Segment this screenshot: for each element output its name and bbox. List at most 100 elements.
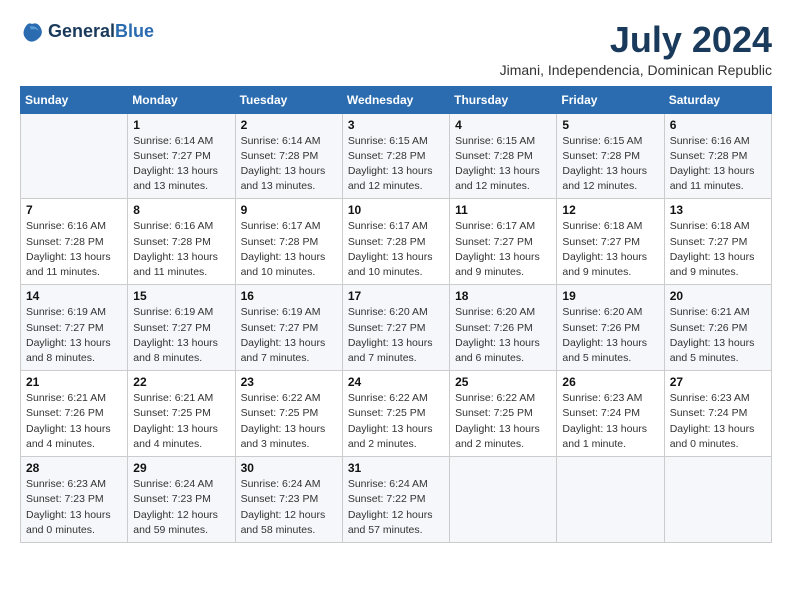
calendar-cell: 5 Sunrise: 6:15 AMSunset: 7:28 PMDaylight… (557, 113, 664, 199)
day-info: Sunrise: 6:22 AMSunset: 7:25 PMDaylight:… (241, 391, 337, 452)
calendar-cell: 19Sunrise: 6:20 AMSunset: 7:26 PMDayligh… (557, 285, 664, 371)
day-number: 15 (133, 289, 229, 303)
location: Jimani, Independencia, Dominican Republi… (500, 62, 772, 78)
day-info: Sunrise: 6:21 AMSunset: 7:25 PMDaylight:… (133, 391, 229, 452)
day-number: 24 (348, 375, 444, 389)
day-info: Sunrise: 6:17 AMSunset: 7:28 PMDaylight:… (241, 219, 337, 280)
day-info: Sunrise: 6:22 AMSunset: 7:25 PMDaylight:… (455, 391, 551, 452)
calendar-cell: 28Sunrise: 6:23 AMSunset: 7:23 PMDayligh… (21, 457, 128, 543)
calendar-cell: 11Sunrise: 6:17 AMSunset: 7:27 PMDayligh… (450, 199, 557, 285)
calendar-cell: 31 Sunrise: 6:24 AMSunset: 7:22 PMDayligh… (342, 457, 449, 543)
calendar-cell: 27 Sunrise: 6:23 AMSunset: 7:24 PMDayligh… (664, 371, 771, 457)
day-number: 2 (241, 118, 337, 132)
weekday-header-thursday: Thursday (450, 86, 557, 113)
weekday-header-tuesday: Tuesday (235, 86, 342, 113)
calendar-cell (21, 113, 128, 199)
page-header: GeneralBlue July 2024 Jimani, Independen… (20, 20, 772, 78)
weekday-header-saturday: Saturday (664, 86, 771, 113)
day-number: 23 (241, 375, 337, 389)
calendar-cell: 21 Sunrise: 6:21 AMSunset: 7:26 PMDayligh… (21, 371, 128, 457)
calendar-cell: 29 Sunrise: 6:24 AMSunset: 7:23 PMDayligh… (128, 457, 235, 543)
day-number: 16 (241, 289, 337, 303)
day-number: 1 (133, 118, 229, 132)
day-info: Sunrise: 6:24 AMSunset: 7:23 PMDaylight:… (241, 477, 337, 538)
weekday-header-sunday: Sunday (21, 86, 128, 113)
calendar-cell: 13 Sunrise: 6:18 AMSunset: 7:27 PMDayligh… (664, 199, 771, 285)
day-number: 27 (670, 375, 766, 389)
day-number: 3 (348, 118, 444, 132)
calendar-cell (557, 457, 664, 543)
day-number: 29 (133, 461, 229, 475)
day-info: Sunrise: 6:14 AMSunset: 7:28 PMDaylight:… (241, 134, 337, 195)
logo-text: GeneralBlue (48, 22, 154, 42)
day-number: 10 (348, 203, 444, 217)
calendar-cell: 15Sunrise: 6:19 AMSunset: 7:27 PMDayligh… (128, 285, 235, 371)
day-info: Sunrise: 6:23 AMSunset: 7:24 PMDaylight:… (562, 391, 658, 452)
day-info: Sunrise: 6:16 AMSunset: 7:28 PMDaylight:… (670, 134, 766, 195)
day-info: Sunrise: 6:14 AMSunset: 7:27 PMDaylight:… (133, 134, 229, 195)
logo: GeneralBlue (20, 20, 154, 44)
calendar-cell (664, 457, 771, 543)
day-info: Sunrise: 6:16 AMSunset: 7:28 PMDaylight:… (133, 219, 229, 280)
month-year: July 2024 (500, 20, 772, 60)
calendar-cell: 9 Sunrise: 6:17 AMSunset: 7:28 PMDaylight… (235, 199, 342, 285)
day-number: 5 (562, 118, 658, 132)
calendar-cell: 12 Sunrise: 6:18 AMSunset: 7:27 PMDayligh… (557, 199, 664, 285)
logo-icon (20, 20, 44, 44)
day-info: Sunrise: 6:21 AMSunset: 7:26 PMDaylight:… (26, 391, 122, 452)
day-number: 31 (348, 461, 444, 475)
title-block: July 2024 Jimani, Independencia, Dominic… (500, 20, 772, 78)
day-info: Sunrise: 6:17 AMSunset: 7:27 PMDaylight:… (455, 219, 551, 280)
calendar-cell (450, 457, 557, 543)
calendar-week-5: 28Sunrise: 6:23 AMSunset: 7:23 PMDayligh… (21, 457, 772, 543)
calendar-cell: 16Sunrise: 6:19 AMSunset: 7:27 PMDayligh… (235, 285, 342, 371)
calendar-cell: 26Sunrise: 6:23 AMSunset: 7:24 PMDayligh… (557, 371, 664, 457)
calendar-cell: 23 Sunrise: 6:22 AMSunset: 7:25 PMDayligh… (235, 371, 342, 457)
day-number: 22 (133, 375, 229, 389)
logo-general: General (48, 21, 115, 41)
day-number: 19 (562, 289, 658, 303)
calendar-cell: 25 Sunrise: 6:22 AMSunset: 7:25 PMDayligh… (450, 371, 557, 457)
day-number: 7 (26, 203, 122, 217)
calendar-week-4: 21 Sunrise: 6:21 AMSunset: 7:26 PMDayligh… (21, 371, 772, 457)
calendar-cell: 3 Sunrise: 6:15 AMSunset: 7:28 PMDaylight… (342, 113, 449, 199)
day-info: Sunrise: 6:20 AMSunset: 7:27 PMDaylight:… (348, 305, 444, 366)
calendar-week-1: 1 Sunrise: 6:14 AMSunset: 7:27 PMDaylight… (21, 113, 772, 199)
day-info: Sunrise: 6:20 AMSunset: 7:26 PMDaylight:… (455, 305, 551, 366)
day-info: Sunrise: 6:18 AMSunset: 7:27 PMDaylight:… (562, 219, 658, 280)
day-number: 13 (670, 203, 766, 217)
day-info: Sunrise: 6:15 AMSunset: 7:28 PMDaylight:… (348, 134, 444, 195)
day-number: 30 (241, 461, 337, 475)
weekday-header-monday: Monday (128, 86, 235, 113)
weekday-header-friday: Friday (557, 86, 664, 113)
day-number: 8 (133, 203, 229, 217)
calendar-cell: 4 Sunrise: 6:15 AMSunset: 7:28 PMDaylight… (450, 113, 557, 199)
day-info: Sunrise: 6:15 AMSunset: 7:28 PMDaylight:… (562, 134, 658, 195)
day-info: Sunrise: 6:22 AMSunset: 7:25 PMDaylight:… (348, 391, 444, 452)
day-number: 20 (670, 289, 766, 303)
day-number: 28 (26, 461, 122, 475)
calendar-cell: 20Sunrise: 6:21 AMSunset: 7:26 PMDayligh… (664, 285, 771, 371)
day-number: 25 (455, 375, 551, 389)
day-number: 21 (26, 375, 122, 389)
weekday-header-row: SundayMondayTuesdayWednesdayThursdayFrid… (21, 86, 772, 113)
day-number: 12 (562, 203, 658, 217)
day-number: 18 (455, 289, 551, 303)
day-number: 14 (26, 289, 122, 303)
calendar-cell: 6Sunrise: 6:16 AMSunset: 7:28 PMDaylight… (664, 113, 771, 199)
day-info: Sunrise: 6:17 AMSunset: 7:28 PMDaylight:… (348, 219, 444, 280)
calendar-cell: 2 Sunrise: 6:14 AMSunset: 7:28 PMDaylight… (235, 113, 342, 199)
calendar-cell: 18 Sunrise: 6:20 AMSunset: 7:26 PMDayligh… (450, 285, 557, 371)
day-info: Sunrise: 6:16 AMSunset: 7:28 PMDaylight:… (26, 219, 122, 280)
day-info: Sunrise: 6:18 AMSunset: 7:27 PMDaylight:… (670, 219, 766, 280)
day-number: 4 (455, 118, 551, 132)
calendar-cell: 30 Sunrise: 6:24 AMSunset: 7:23 PMDayligh… (235, 457, 342, 543)
calendar-cell: 14Sunrise: 6:19 AMSunset: 7:27 PMDayligh… (21, 285, 128, 371)
weekday-header-wednesday: Wednesday (342, 86, 449, 113)
day-info: Sunrise: 6:15 AMSunset: 7:28 PMDaylight:… (455, 134, 551, 195)
day-info: Sunrise: 6:23 AMSunset: 7:24 PMDaylight:… (670, 391, 766, 452)
calendar-cell: 24 Sunrise: 6:22 AMSunset: 7:25 PMDayligh… (342, 371, 449, 457)
day-info: Sunrise: 6:24 AMSunset: 7:22 PMDaylight:… (348, 477, 444, 538)
day-info: Sunrise: 6:24 AMSunset: 7:23 PMDaylight:… (133, 477, 229, 538)
day-number: 9 (241, 203, 337, 217)
